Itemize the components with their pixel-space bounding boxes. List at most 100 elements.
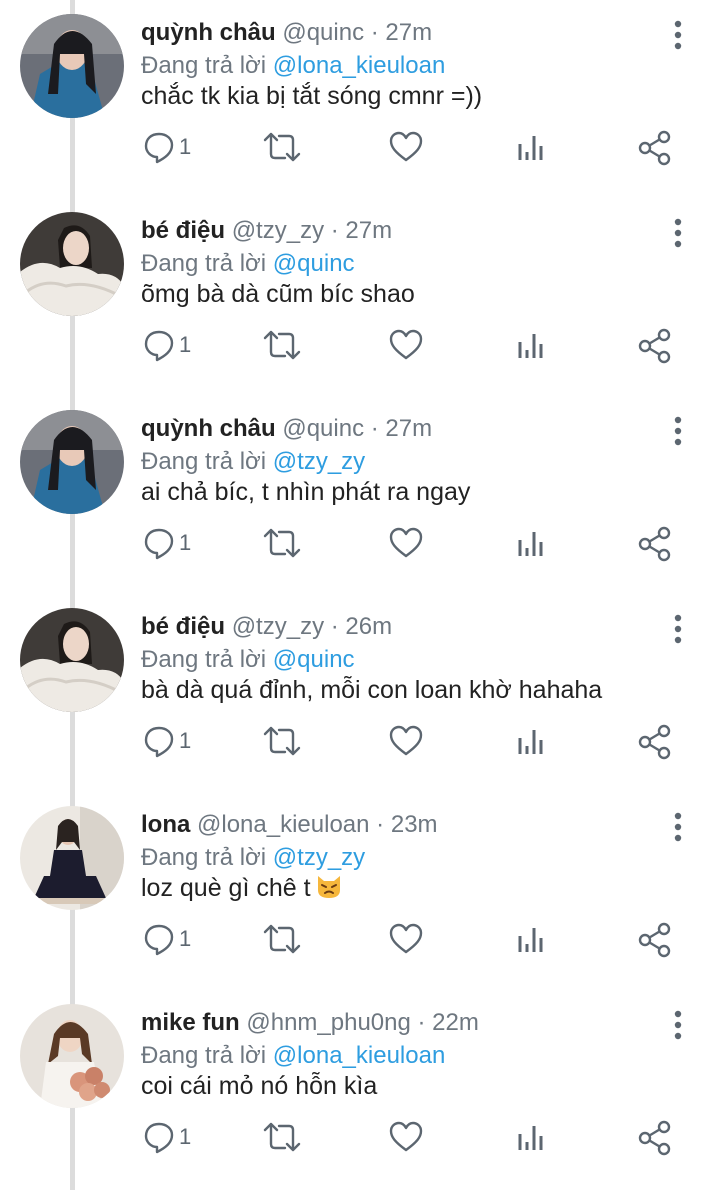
display-name[interactable]: bé điệu — [141, 217, 225, 244]
action-bar: 1 — [0, 1120, 719, 1160]
handle[interactable]: @quinc — [282, 19, 364, 46]
reply-prefix: Đang trả lời — [141, 1042, 267, 1069]
reply-count: 1 — [179, 926, 192, 951]
stats-button[interactable] — [517, 130, 545, 170]
like-button[interactable] — [389, 1120, 423, 1160]
timestamp[interactable]: 22m — [432, 1009, 479, 1036]
reply-tweet[interactable]: mike fun @hnm_phu0ng · 22m Đang trả lời … — [0, 990, 719, 1188]
avatar[interactable] — [20, 608, 124, 712]
reply-button[interactable]: 1 — [143, 724, 203, 764]
separator: · — [364, 19, 386, 46]
action-bar: 1 — [0, 130, 719, 170]
display-name[interactable]: quỳnh châu — [141, 415, 276, 442]
avatar[interactable] — [20, 1004, 124, 1108]
handle[interactable]: @quinc — [282, 415, 364, 442]
like-button[interactable] — [389, 130, 423, 170]
reply-count: 1 — [179, 530, 192, 555]
display-name[interactable]: bé điệu — [141, 613, 225, 640]
timestamp[interactable]: 26m — [345, 613, 392, 640]
reply-tweet[interactable]: bé điệu @tzy_zy · 26m Đang trả lời @quin… — [0, 594, 719, 792]
avatar[interactable] — [20, 410, 124, 514]
separator: · — [364, 415, 386, 442]
avatar[interactable] — [20, 212, 124, 316]
stats-icon — [517, 130, 545, 164]
display-name[interactable]: quỳnh châu — [141, 19, 276, 46]
share-button[interactable] — [638, 130, 672, 170]
separator: · — [324, 613, 346, 640]
more-icon[interactable] — [665, 1008, 691, 1042]
stats-button[interactable] — [517, 922, 545, 962]
share-icon — [638, 526, 672, 562]
stats-button[interactable] — [517, 526, 545, 566]
reply-prefix: Đang trả lời — [141, 646, 267, 673]
like-icon — [389, 130, 423, 164]
reply-tweet[interactable]: quỳnh châu @quinc · 27m Đang trả lời @tz… — [0, 396, 719, 594]
like-button[interactable] — [389, 724, 423, 764]
timestamp[interactable]: 23m — [391, 811, 438, 838]
handle[interactable]: @hnm_phu0ng — [246, 1009, 410, 1036]
like-icon — [389, 526, 423, 560]
stats-button[interactable] — [517, 724, 545, 764]
more-icon[interactable] — [665, 216, 691, 250]
tweet-text-content: loz què gì chê t — [141, 874, 311, 902]
stats-button[interactable] — [517, 1120, 545, 1160]
reply-tweet[interactable]: bé điệu @tzy_zy · 27m Đang trả lời @quin… — [0, 198, 719, 396]
reply-button[interactable]: 1 — [143, 130, 203, 170]
mention-link[interactable]: @lona_kieuloan — [273, 1042, 446, 1069]
tweet-text: bà dà quá đỉnh, mỗi con loan khờ hahaha — [141, 676, 603, 704]
mention-link[interactable]: @tzy_zy — [273, 844, 365, 871]
like-button[interactable] — [389, 922, 423, 962]
stats-icon — [517, 328, 545, 362]
share-button[interactable] — [638, 526, 672, 566]
reply-icon — [143, 1120, 203, 1154]
stats-button[interactable] — [517, 328, 545, 368]
reply-tweet[interactable]: lona @lona_kieuloan · 23m Đang trả lời @… — [0, 792, 719, 990]
more-icon[interactable] — [665, 612, 691, 646]
stats-icon — [517, 724, 545, 758]
more-icon[interactable] — [665, 810, 691, 844]
reply-button[interactable]: 1 — [143, 328, 203, 368]
reply-button[interactable]: 1 — [143, 922, 203, 962]
share-button[interactable] — [638, 1120, 672, 1160]
retweet-button[interactable] — [263, 1120, 301, 1160]
share-icon — [638, 1120, 672, 1156]
reply-prefix: Đang trả lời — [141, 52, 267, 79]
retweet-button[interactable] — [263, 526, 301, 566]
retweet-button[interactable] — [263, 328, 301, 368]
tweet-text: õmg bà dà cũm bíc shao — [141, 280, 415, 308]
retweet-icon — [263, 724, 301, 758]
handle[interactable]: @tzy_zy — [232, 217, 324, 244]
like-button[interactable] — [389, 328, 423, 368]
handle[interactable]: @tzy_zy — [232, 613, 324, 640]
share-button[interactable] — [638, 724, 672, 764]
retweet-button[interactable] — [263, 724, 301, 764]
reply-button[interactable]: 1 — [143, 1120, 203, 1160]
like-icon — [389, 922, 423, 956]
replying-to: Đang trả lời @quinc — [141, 645, 355, 675]
mention-link[interactable]: @lona_kieuloan — [273, 52, 446, 79]
avatar[interactable] — [20, 806, 124, 910]
mention-link[interactable]: @quinc — [273, 646, 355, 673]
display-name[interactable]: mike fun — [141, 1009, 240, 1036]
timestamp[interactable]: 27m — [385, 19, 432, 46]
mention-link[interactable]: @quinc — [273, 250, 355, 277]
avatar[interactable] — [20, 14, 124, 118]
share-icon — [638, 724, 672, 760]
timestamp[interactable]: 27m — [385, 415, 432, 442]
timestamp[interactable]: 27m — [345, 217, 392, 244]
handle[interactable]: @lona_kieuloan — [197, 811, 370, 838]
share-button[interactable] — [638, 328, 672, 368]
reply-icon — [143, 526, 203, 560]
share-icon — [638, 922, 672, 958]
more-icon[interactable] — [665, 18, 691, 52]
retweet-button[interactable] — [263, 922, 301, 962]
reply-tweet[interactable]: quỳnh châu @quinc · 27m Đang trả lời @lo… — [0, 0, 719, 198]
share-button[interactable] — [638, 922, 672, 962]
more-icon[interactable] — [665, 414, 691, 448]
mention-link[interactable]: @tzy_zy — [273, 448, 365, 475]
reply-button[interactable]: 1 — [143, 526, 203, 566]
like-button[interactable] — [389, 526, 423, 566]
display-name[interactable]: lona — [141, 811, 197, 838]
retweet-button[interactable] — [263, 130, 301, 170]
action-bar: 1 — [0, 922, 719, 962]
